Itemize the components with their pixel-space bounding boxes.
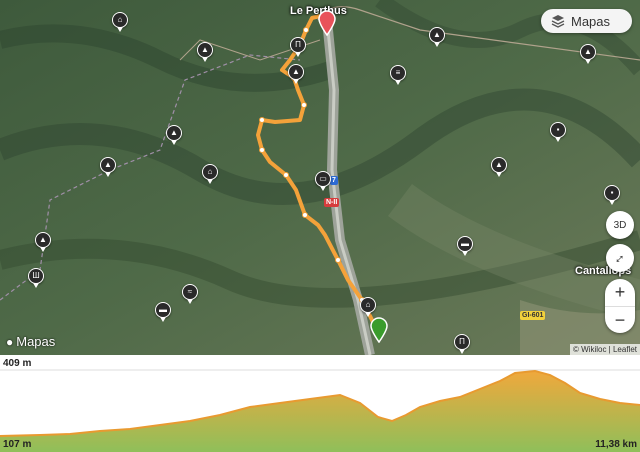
layers-label: Mapas: [571, 13, 611, 29]
3d-label: 3D: [613, 219, 627, 231]
mountain-pass-icon[interactable]: ▲: [166, 125, 182, 145]
elevation-area: [0, 371, 640, 452]
signpost-icon[interactable]: ▲: [580, 44, 596, 64]
distance-label: 11,38 km: [595, 439, 637, 450]
fountain-icon[interactable]: Ш: [28, 268, 44, 288]
map-view[interactable]: Le Perthus Cantallops N-II GI-601 7 ⌂ ▲ …: [0, 0, 640, 355]
layers-icon: [551, 15, 565, 28]
church-icon[interactable]: ▲: [429, 27, 445, 47]
map-layers-button[interactable]: Mapas: [541, 9, 632, 33]
house-icon[interactable]: ⌂: [202, 164, 218, 184]
summit-icon[interactable]: ▲: [35, 232, 51, 252]
compass-button[interactable]: ↕: [606, 244, 634, 272]
map-attribution[interactable]: © Wikiloc | Leaflet: [570, 344, 640, 355]
gate-icon[interactable]: Π: [454, 334, 470, 354]
hut-icon[interactable]: ▲: [288, 64, 304, 84]
logo-text: Mapas: [16, 334, 56, 349]
waterfall-icon[interactable]: ≈: [182, 284, 198, 304]
road-tag-blue: 7: [330, 176, 338, 185]
bus-icon[interactable]: ▭: [315, 171, 331, 191]
zoom-in-button[interactable]: +: [605, 279, 635, 307]
monument-icon[interactable]: ▲: [197, 42, 213, 62]
road-tag-gi-601: GI-601: [520, 311, 546, 320]
red-end-pin-icon[interactable]: [318, 10, 336, 36]
elevation-profile[interactable]: 409 m 107 m 11,38 km: [0, 355, 640, 452]
road-tag-n-ii: N-II: [324, 198, 340, 207]
apple-logo-icon: ●: [6, 334, 14, 349]
3d-toggle-button[interactable]: 3D: [606, 211, 634, 239]
summit-icon[interactable]: ▲: [100, 157, 116, 177]
green-start-pin-icon[interactable]: [370, 317, 388, 343]
min-elevation-label: 107 m: [3, 439, 32, 450]
bed-icon[interactable]: ▬: [457, 236, 473, 256]
elevation-chart: [0, 369, 640, 452]
ruins-icon[interactable]: ▪: [550, 122, 566, 142]
mapas-logo: ● Mapas: [6, 334, 55, 349]
max-elevation-label: 409 m: [3, 358, 32, 369]
zoom-out-button[interactable]: −: [605, 307, 635, 334]
bed-icon[interactable]: ▬: [155, 302, 171, 322]
castle-icon[interactable]: ▪: [604, 185, 620, 205]
viewpoint-icon[interactable]: ▲: [491, 157, 507, 177]
zoom-control: + −: [605, 279, 635, 333]
bridge-icon[interactable]: Π: [290, 37, 306, 57]
picnic-icon[interactable]: ≡: [390, 65, 406, 85]
house-icon[interactable]: ⌂: [360, 297, 376, 317]
cave-icon[interactable]: ⌂: [112, 12, 128, 32]
compass-icon: ↕: [611, 249, 629, 267]
